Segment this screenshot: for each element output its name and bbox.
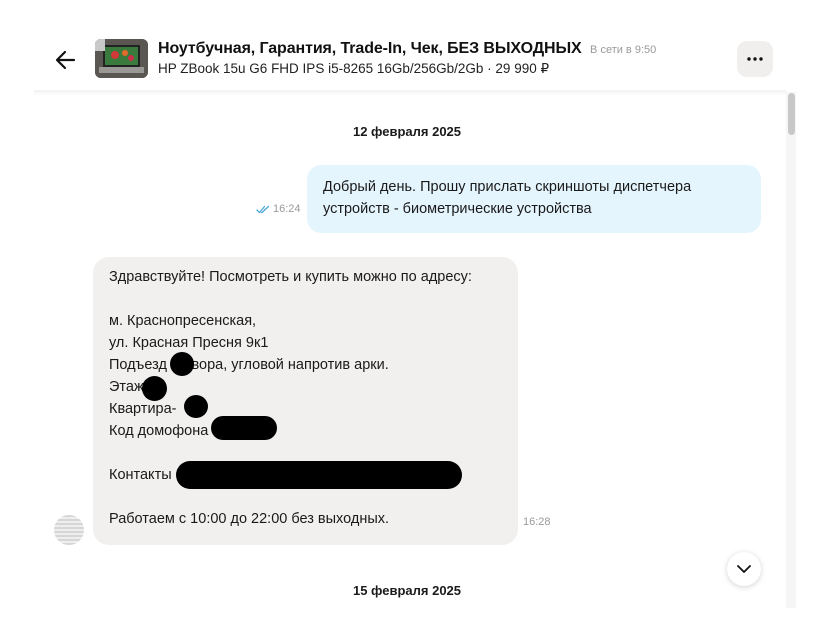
message-line: Работаем с 10:00 до 22:00 без выходных.: [109, 511, 390, 527]
redaction-mark: [142, 376, 167, 401]
message-time: 16:28: [523, 516, 551, 528]
message-line: Подъезд о двора, угловой напротив арки.: [109, 357, 389, 373]
chevron-down-icon: [737, 565, 751, 573]
back-button[interactable]: [52, 46, 80, 74]
message-line: Код домофона: [109, 423, 209, 439]
more-dots-icon: [747, 57, 763, 61]
more-menu-button[interactable]: [737, 41, 773, 77]
double-check-icon: [256, 205, 270, 213]
date-separator: 12 февраля 2025: [352, 124, 462, 139]
scrollbar-thumb[interactable]: [788, 93, 795, 135]
incoming-message[interactable]: Здравствуйте! Посмотреть и купить можно …: [93, 257, 518, 545]
sender-avatar[interactable]: [54, 515, 84, 545]
redaction-mark: [176, 461, 462, 489]
header-divider: [34, 90, 786, 96]
message-line: Квартира-: [109, 401, 177, 417]
message-line: м. Краснопресенская,: [109, 313, 257, 329]
online-status: В сети в 9:50: [590, 44, 657, 56]
scrollbar-track[interactable]: [786, 92, 796, 608]
date-separator: 15 февраля 2025: [352, 583, 462, 598]
title-line: Ноутбучная, Гарантия, Trade-In, Чек, БЕЗ…: [158, 40, 656, 58]
message-line: Здравствуйте! Посмотреть и купить можно …: [109, 269, 472, 285]
message-line: Этаж: [109, 379, 144, 395]
message-line: ул. Красная Пресня 9к1: [109, 335, 269, 351]
redaction-mark: [184, 395, 208, 418]
listing-thumbnail[interactable]: [95, 39, 148, 78]
outgoing-message[interactable]: Добрый день. Прошу прислать скриншоты ди…: [307, 165, 761, 233]
chat-header: Ноутбучная, Гарантия, Trade-In, Чек, БЕЗ…: [0, 0, 821, 92]
message-time: 16:24: [273, 203, 301, 215]
listing-subtitle[interactable]: HP ZBook 15u G6 FHD IPS i5-8265 16Gb/256…: [158, 61, 549, 77]
message-line: устройств - биометрические устройства: [323, 201, 592, 217]
chat-title[interactable]: Ноутбучная, Гарантия, Trade-In, Чек, БЕЗ…: [158, 40, 582, 57]
laptop-photo: [95, 39, 148, 78]
redaction-mark: [170, 352, 194, 376]
scroll-down-button[interactable]: [727, 552, 761, 586]
message-line: Добрый день. Прошу прислать скриншоты ди…: [323, 179, 692, 195]
redaction-mark: [211, 416, 277, 440]
arrow-left-icon: [55, 50, 76, 70]
outgoing-meta: 16:24: [256, 203, 301, 215]
